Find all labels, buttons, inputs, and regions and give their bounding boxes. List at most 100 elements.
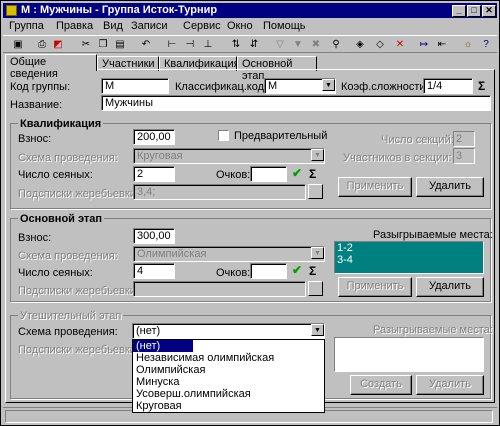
print-icon[interactable]: ⎙ — [35, 38, 49, 51]
minimize-icon[interactable]: _ — [452, 5, 466, 17]
chevron-down-icon[interactable]: ▼ — [311, 247, 324, 259]
complexity-input[interactable]: 1/4 — [423, 78, 473, 94]
bulb-icon[interactable]: ☼ — [461, 38, 475, 51]
search-icon[interactable]: ⚲ — [329, 38, 343, 51]
qual-draw-button[interactable] — [308, 184, 323, 199]
sigma-icon[interactable]: Σ — [309, 264, 316, 278]
tree-collapse-icon[interactable]: ⊥ — [201, 38, 215, 51]
main-seeded-input[interactable]: 4 — [133, 263, 175, 279]
qual-fee-label: Взнос: — [18, 133, 52, 145]
dropdown-option[interactable]: Минуска — [133, 376, 324, 388]
consol-places-label: Разыгрываемые места: — [373, 324, 493, 336]
toolbar: ▣ ⎙ ◩ ✂ ❐ ▤ ↶ ⊢ ⊣ ⊥ ⇅ ⇵ ▽ ▼ ✖ ⚲ ◈ ◇ ✕ ↦ … — [3, 35, 497, 53]
sort-desc-icon[interactable]: ⇵ — [247, 38, 261, 51]
dropdown-option[interactable]: Олимпийская — [133, 364, 324, 376]
menu-view[interactable]: Вид — [103, 20, 123, 32]
group-code-input[interactable]: М — [101, 78, 169, 94]
undo-icon[interactable]: ↶ — [139, 38, 153, 51]
first-icon[interactable]: ⇤ — [435, 38, 449, 51]
main-scheme-label: Схема проведения: — [18, 250, 118, 262]
chevron-down-icon[interactable]: ▼ — [311, 149, 324, 161]
consol-places-list[interactable] — [334, 337, 484, 372]
check-icon[interactable]: ✔ — [292, 166, 302, 180]
chevron-down-icon[interactable]: ▼ — [311, 324, 324, 336]
menu-help[interactable]: Помощь — [263, 20, 306, 32]
list-item[interactable]: 1-2 — [335, 242, 483, 254]
main-seeded-label: Число сеяных: — [18, 267, 93, 279]
dropdown-option[interactable]: Круговая — [133, 400, 324, 412]
qual-sections-label: Число секций: — [381, 134, 454, 146]
menu-records[interactable]: Записи — [131, 20, 168, 32]
goto-icon[interactable]: ↦ — [417, 38, 431, 51]
qual-scheme-value: Круговая — [137, 150, 183, 162]
check-icon[interactable]: ✔ — [292, 263, 302, 277]
main-draw-input[interactable] — [133, 281, 306, 297]
save-icon[interactable]: ▣ — [11, 38, 25, 51]
menu-edit[interactable]: Правка — [56, 20, 93, 32]
consol-scheme-select[interactable]: (нет) ▼ — [132, 323, 325, 339]
record-icon[interactable]: ◈ — [353, 38, 367, 51]
consol-scheme-label: Схема проведения: — [18, 326, 118, 338]
qual-points-label: Очков: — [216, 169, 251, 181]
help-icon[interactable]: ? — [479, 38, 493, 51]
main-fee-input[interactable]: 300,00 — [133, 228, 175, 244]
preview-icon[interactable]: ◩ — [51, 38, 65, 51]
menu-service[interactable]: Сервис — [183, 20, 221, 32]
list-item[interactable]: 3-4 — [335, 254, 483, 266]
cut-icon[interactable]: ✂ — [79, 38, 93, 51]
qual-apply-button[interactable]: Применить — [338, 177, 412, 197]
preliminary-checkbox[interactable] — [218, 130, 229, 141]
dropdown-option[interactable]: Усоверш.олимпийская — [133, 388, 324, 400]
menu-window[interactable]: Окно — [227, 20, 253, 32]
filter-icon[interactable]: ▽ — [273, 38, 287, 51]
tree-icon[interactable]: ⊢ — [165, 38, 179, 51]
qual-draw-input[interactable]: 3,4; — [133, 184, 306, 200]
main-points-input[interactable] — [250, 263, 287, 279]
title-bar: М : Мужчины - Группа Исток-Турнир _ □ ✕ — [3, 3, 497, 18]
copy-icon[interactable]: ❐ — [96, 38, 110, 51]
qual-fee-input[interactable]: 200,00 — [133, 129, 175, 145]
main-draw-label: Подсписки жеребьевки — [18, 285, 136, 297]
paste-icon[interactable]: ▤ — [113, 38, 127, 51]
main-stage-title: Основной этап — [18, 213, 105, 225]
consol-draw-label: Подсписки жеребьевки — [18, 344, 136, 356]
group-code-label: Код группы: — [10, 81, 71, 93]
maximize-icon[interactable]: □ — [467, 5, 481, 17]
sigma-icon[interactable]: Σ — [478, 79, 485, 93]
main-scheme-value: Олимпийская — [137, 248, 207, 260]
dropdown-option[interactable]: Независимая олимпийская — [133, 352, 324, 364]
qual-points-input[interactable] — [250, 166, 287, 182]
filter-clear-icon[interactable]: ✖ — [309, 38, 323, 51]
main-fee-label: Взнос: — [18, 232, 52, 244]
qual-draw-label: Подсписки жеребьевки — [18, 188, 136, 200]
qual-delete-button[interactable]: Удалить — [416, 177, 484, 197]
sort-asc-icon[interactable]: ⇅ — [229, 38, 243, 51]
qual-sections-spin[interactable]: 2 — [453, 131, 475, 147]
qual-scheme-select[interactable]: Круговая ▼ — [133, 148, 325, 164]
qual-per-section-spin[interactable]: 3 — [453, 148, 475, 164]
main-places-list[interactable]: 1-2 3-4 — [334, 241, 484, 274]
consol-create-button[interactable]: Создать — [350, 375, 412, 395]
menu-group[interactable]: Группа — [9, 20, 44, 32]
qualification-title: Квалификация — [18, 118, 104, 130]
sigma-icon[interactable]: Σ — [309, 167, 316, 181]
class-code-select[interactable]: М ▼ — [264, 78, 336, 94]
close-icon[interactable]: ✕ — [482, 5, 496, 17]
chevron-down-icon[interactable]: ▼ — [322, 79, 335, 91]
name-input[interactable]: Мужчины — [101, 95, 491, 111]
preliminary-label: Предварительный — [234, 130, 328, 142]
main-delete-button[interactable]: Удалить — [416, 277, 484, 297]
record-delete-icon[interactable]: ✕ — [393, 38, 407, 51]
main-apply-button[interactable]: Применить — [338, 277, 412, 297]
filter-apply-icon[interactable]: ▼ — [291, 38, 305, 51]
qual-seeded-input[interactable]: 2 — [133, 166, 175, 182]
tree-expand-icon[interactable]: ⊣ — [183, 38, 197, 51]
consol-delete-button[interactable]: Удалить — [416, 375, 484, 395]
record-add-icon[interactable]: ◇ — [373, 38, 387, 51]
scheme-dropdown-list[interactable]: (нет) Независимая олимпийская Олимпийска… — [132, 339, 325, 413]
main-scheme-select[interactable]: Олимпийская ▼ — [133, 246, 325, 262]
tab-general[interactable]: Общие сведения — [5, 54, 97, 80]
dropdown-option[interactable]: (нет) — [133, 340, 193, 352]
qual-per-section-label: Участников в секции: — [343, 152, 452, 164]
main-draw-button[interactable] — [308, 281, 323, 296]
